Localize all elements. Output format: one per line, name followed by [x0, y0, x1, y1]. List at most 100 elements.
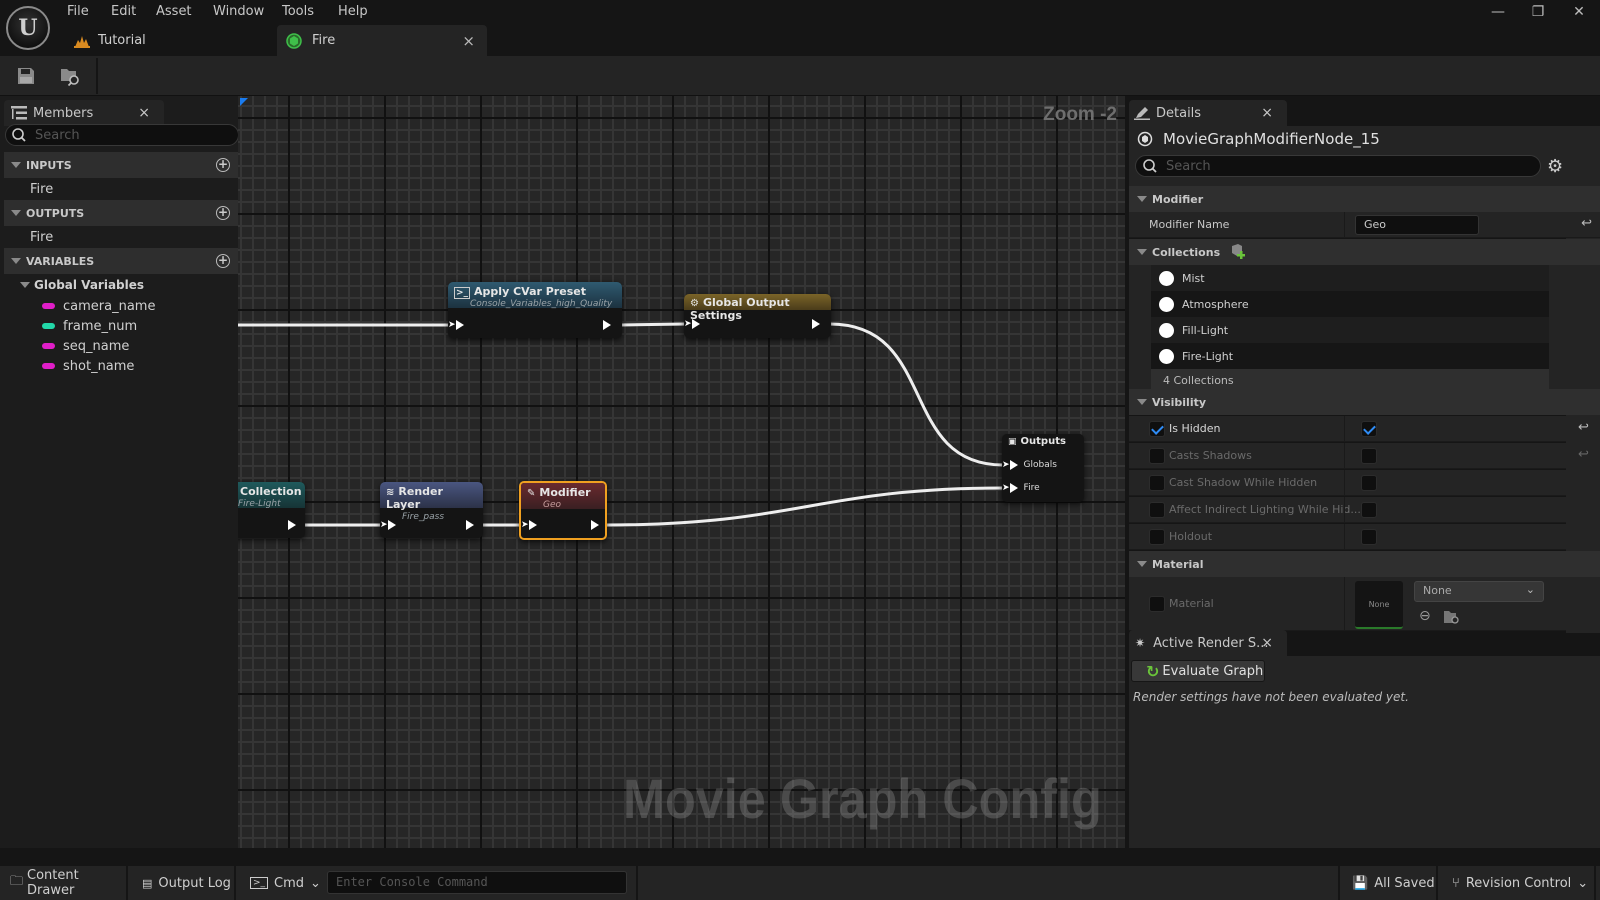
- node-subtitle: Fire-Light: [238, 499, 281, 509]
- node-modifier[interactable]: ✎ Modifier Geo ➤: [519, 481, 607, 540]
- exec-input-pin[interactable]: ➤: [521, 520, 537, 530]
- output-item-fire[interactable]: Fire: [4, 226, 238, 248]
- node-collection[interactable]: Collection Fire-Light: [238, 482, 305, 538]
- tab-close-icon[interactable]: ×: [462, 32, 475, 50]
- material-thumbnail[interactable]: None: [1355, 581, 1403, 629]
- menu-tools[interactable]: Tools: [282, 4, 314, 20]
- column-divider: [1344, 212, 1345, 238]
- visibility-category[interactable]: Visibility: [1129, 389, 1600, 415]
- evaluate-graph-button[interactable]: ↻ Evaluate Graph: [1131, 660, 1265, 682]
- modifier-category[interactable]: Modifier: [1129, 186, 1600, 212]
- revision-control-button[interactable]: ⑂ Revision Control ⌄: [1438, 866, 1596, 900]
- graph-canvas[interactable]: Zoom -2 Movie Graph Config Collection Fi…: [238, 96, 1125, 848]
- close-window-button[interactable]: ✕: [1564, 2, 1594, 22]
- menu-window[interactable]: Window: [213, 4, 264, 20]
- tab-tutorial[interactable]: Tutorial: [66, 25, 272, 56]
- variable-item[interactable]: camera_name: [4, 295, 238, 317]
- wire-global-to-outputs: [829, 322, 1004, 467]
- node-apply-cvar-preset[interactable]: >_ Apply CVar Preset Console_Variables_hi…: [448, 282, 622, 338]
- add-variable-button[interactable]: +: [216, 254, 230, 268]
- restore-button[interactable]: ❐: [1523, 2, 1553, 22]
- reset-to-default-icon[interactable]: ↩: [1581, 216, 1592, 231]
- unreal-logo-icon[interactable]: U: [6, 6, 50, 50]
- add-collection-icon[interactable]: [1230, 244, 1248, 260]
- casts-shadows-value-checkbox[interactable]: [1361, 448, 1377, 464]
- settings-gear-icon[interactable]: ⚙: [1547, 156, 1563, 177]
- output-log-icon: ▤: [142, 876, 153, 890]
- cast-shadow-hidden-override-checkbox[interactable]: [1149, 475, 1165, 491]
- holdout-value-checkbox[interactable]: [1361, 529, 1377, 545]
- content-drawer-button[interactable]: 🗀 Content Drawer: [0, 866, 128, 900]
- inputs-section-header[interactable]: INPUTS +: [4, 152, 238, 178]
- exec-output-pin[interactable]: [812, 319, 820, 329]
- cmd-dropdown[interactable]: >_ Cmd ⌄: [236, 866, 321, 900]
- add-output-button[interactable]: +: [216, 206, 230, 220]
- menu-asset[interactable]: Asset: [156, 4, 192, 20]
- details-tab[interactable]: Details ×: [1129, 100, 1287, 126]
- menu-help[interactable]: Help: [338, 4, 368, 20]
- menu-edit[interactable]: Edit: [111, 4, 136, 20]
- node-global-output-settings[interactable]: ⚙ Global Output Settings ➤: [684, 294, 831, 338]
- menu-file[interactable]: File: [67, 4, 89, 20]
- material-dropdown[interactable]: None ⌄: [1414, 581, 1544, 602]
- variables-section-header[interactable]: VARIABLES +: [4, 248, 238, 274]
- is-hidden-value-checkbox[interactable]: [1361, 421, 1377, 437]
- variable-item[interactable]: shot_name: [4, 355, 238, 377]
- outputs-section-header[interactable]: OUTPUTS +: [4, 200, 238, 226]
- affect-indirect-override-checkbox[interactable]: [1149, 502, 1165, 518]
- gear-icon: ⚙: [690, 298, 699, 309]
- material-override-checkbox[interactable]: [1149, 596, 1165, 612]
- input-item-fire[interactable]: Fire: [4, 178, 238, 200]
- collection-item[interactable]: Fire-Light: [1151, 343, 1549, 369]
- tab-fire[interactable]: Fire ×: [277, 25, 487, 56]
- output-pin-fire[interactable]: ➤ Fire: [1002, 483, 1040, 493]
- node-render-layer[interactable]: ≋ Render Layer Fire_pass ➤: [380, 482, 483, 538]
- exec-output-pin[interactable]: [603, 320, 611, 330]
- collections-summary: 4 Collections: [1151, 369, 1549, 391]
- node-outputs[interactable]: ▣ Outputs ➤ Globals ➤ Fire: [1002, 434, 1084, 502]
- exec-input-pin[interactable]: ➤: [684, 319, 700, 329]
- exec-output-pin[interactable]: [591, 520, 599, 530]
- variable-item[interactable]: frame_num: [4, 315, 238, 337]
- reset-to-default-icon[interactable]: ↩: [1578, 420, 1592, 435]
- cast-shadow-hidden-value-checkbox[interactable]: [1361, 475, 1377, 491]
- exec-output-pin[interactable]: [466, 520, 474, 530]
- output-log-button[interactable]: ▤ Output Log: [128, 866, 236, 900]
- category-label: Visibility: [1152, 395, 1207, 409]
- members-search-input[interactable]: Search: [5, 124, 239, 146]
- exec-input-pin[interactable]: ➤: [448, 320, 464, 330]
- variable-name: camera_name: [63, 298, 156, 314]
- details-search-input[interactable]: Search: [1135, 155, 1541, 177]
- browse-button[interactable]: [58, 64, 82, 88]
- modifier-name-input[interactable]: Geo: [1355, 215, 1479, 235]
- console-command-input[interactable]: Enter Console Command: [327, 871, 627, 894]
- collection-item[interactable]: Fill-Light: [1151, 317, 1549, 343]
- minimize-button[interactable]: —: [1483, 2, 1513, 22]
- exec-output-pin[interactable]: [288, 520, 296, 530]
- members-tab[interactable]: Members ×: [4, 100, 164, 126]
- collection-item[interactable]: Mist: [1151, 265, 1549, 291]
- details-close-icon[interactable]: ×: [1261, 105, 1273, 121]
- global-variables-group[interactable]: Global Variables: [4, 274, 238, 296]
- browse-asset-icon[interactable]: [1443, 609, 1461, 625]
- collections-category[interactable]: Collections: [1129, 239, 1600, 265]
- material-category[interactable]: Material: [1129, 551, 1600, 577]
- casts-shadows-override-checkbox[interactable]: [1149, 448, 1165, 464]
- holdout-override-checkbox[interactable]: [1149, 529, 1165, 545]
- affect-indirect-value-checkbox[interactable]: [1361, 502, 1377, 518]
- variable-item[interactable]: seq_name: [4, 335, 238, 357]
- render-settings-tab[interactable]: ✷ Active Render S... ×: [1129, 630, 1287, 656]
- output-pin-globals[interactable]: ➤ Globals: [1002, 460, 1057, 470]
- all-saved-button[interactable]: 💾 All Saved: [1338, 866, 1438, 900]
- use-selected-asset-icon[interactable]: ⊖: [1419, 608, 1431, 624]
- exec-pin-icon: [691, 319, 700, 329]
- collapse-arrow-icon: [11, 258, 21, 264]
- render-settings-close-icon[interactable]: ×: [1261, 635, 1273, 651]
- members-close-icon[interactable]: ×: [138, 105, 150, 121]
- reset-to-default-icon[interactable]: ↩: [1578, 447, 1592, 462]
- collection-item[interactable]: Atmosphere: [1151, 291, 1549, 317]
- exec-input-pin[interactable]: ➤: [380, 520, 396, 530]
- is-hidden-override-checkbox[interactable]: [1149, 421, 1165, 437]
- add-input-button[interactable]: +: [216, 158, 230, 172]
- save-button[interactable]: [14, 64, 38, 88]
